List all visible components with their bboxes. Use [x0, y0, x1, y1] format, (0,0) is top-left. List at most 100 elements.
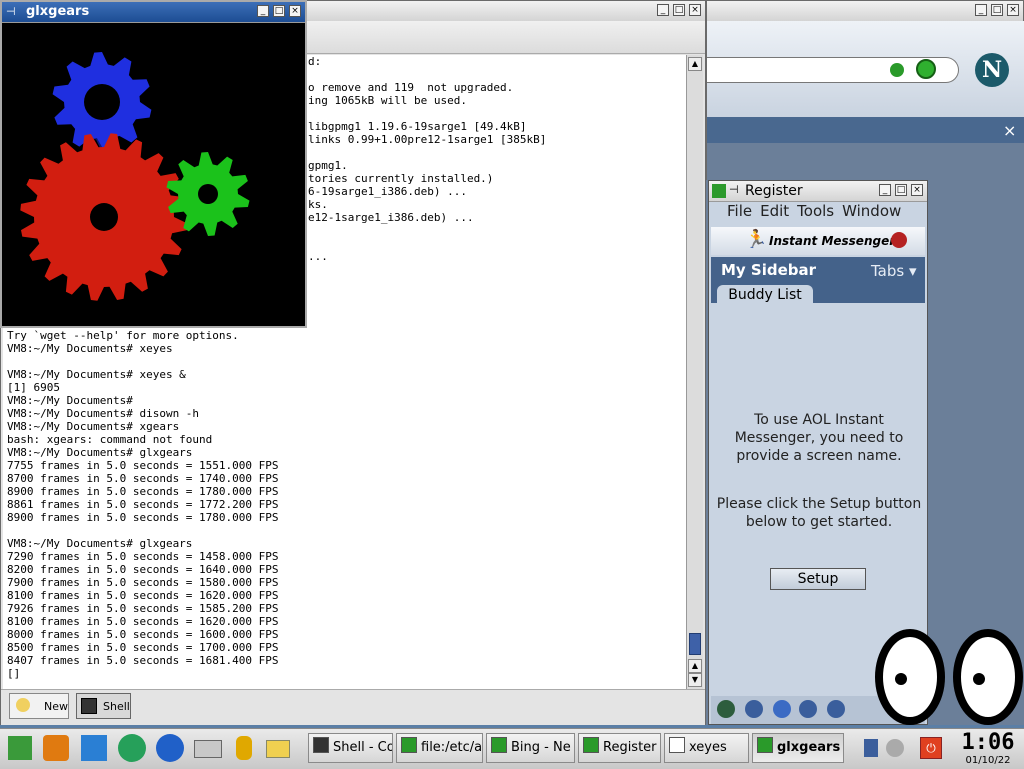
aim-message-1: To use AOL Instant Messenger, you need t…: [734, 412, 904, 464]
aim-find-icon[interactable]: [717, 700, 735, 718]
printer-icon[interactable]: [192, 732, 224, 764]
aim-info-icon[interactable]: [773, 700, 791, 718]
taskbar-item[interactable]: Shell - Co: [308, 733, 393, 763]
lines_bottom-line: 7290 frames in 5.0 seconds = 1458.000 FP…: [7, 550, 279, 563]
close-icon[interactable]: ×: [689, 4, 701, 16]
eyes-icon: [669, 737, 685, 753]
lines_bottom-line: [1] 6905: [7, 381, 60, 394]
taskbar-item[interactable]: xeyes: [664, 733, 749, 763]
lines_bottom-line: 8861 frames in 5.0 seconds = 1772.200 FP…: [7, 498, 279, 511]
taskbar-item-label: xeyes: [689, 740, 727, 755]
shell-tab[interactable]: Shell: [76, 693, 131, 719]
runner-icon[interactable]: [116, 732, 148, 764]
setup-button[interactable]: Setup: [770, 568, 866, 590]
lines_bottom-line: VM8:~/My Documents# xeyes: [7, 342, 173, 355]
red-gear: [20, 133, 194, 305]
aim-titlebar[interactable]: ⊣ Register _ □ ×: [709, 181, 927, 202]
terminal-output-bottom[interactable]: Try `wget --help' for more options. VM8:~…: [3, 329, 686, 689]
lines_top-line: ...: [308, 250, 328, 263]
lines_bottom-line: Try `wget --help' for more options.: [7, 329, 239, 342]
menu-tools[interactable]: Tools: [797, 202, 834, 220]
taskbar-item[interactable]: Bing - Ne: [486, 733, 575, 763]
tab-buddy-list[interactable]: Buddy List: [717, 285, 813, 303]
aim-chat-icon[interactable]: [827, 700, 845, 718]
lines_bottom-line: 7755 frames in 5.0 seconds = 1551.000 FP…: [7, 459, 279, 472]
browser-titlebar[interactable]: _ □ ×: [707, 1, 1023, 22]
close-icon[interactable]: ×: [289, 5, 301, 17]
close-icon[interactable]: ×: [911, 184, 923, 196]
aim-mail-icon[interactable]: [745, 700, 763, 718]
maximize-icon[interactable]: □: [895, 184, 907, 196]
aim-runner-icon[interactable]: [228, 732, 260, 764]
terminal-tabbar: New Shell: [1, 689, 705, 725]
clock[interactable]: 1:06 01/10/22: [954, 729, 1020, 769]
scroll-down-icon[interactable]: ▼: [688, 673, 702, 687]
lines_bottom-line: [7, 355, 686, 368]
scroll-up-small-icon[interactable]: ▲: [688, 659, 702, 673]
volume-icon[interactable]: [864, 739, 878, 757]
scroll-thumb[interactable]: [689, 633, 701, 655]
aim-title-icon: [712, 184, 726, 198]
search-go-icon[interactable]: [916, 59, 936, 79]
lines_top-line: libgpmg1 1.19.6-19sarge1 [49.4kB]: [308, 120, 527, 133]
lines_bottom-line: bash: xgears: command not found: [7, 433, 213, 446]
browser-window: _ □ × N ×: [706, 0, 1024, 181]
mail-icon[interactable]: [262, 732, 294, 764]
lines_top-line: links 0.99+1.00pre12-1sarge1 [385kB]: [308, 133, 547, 146]
netscape-logo-icon: N: [975, 53, 1009, 87]
maximize-icon[interactable]: □: [273, 5, 285, 17]
gear-hole: [90, 203, 118, 231]
lines_bottom-line: 8700 frames in 5.0 seconds = 1740.000 FP…: [7, 472, 279, 485]
aim-tabs-dropdown[interactable]: Tabs ▾: [871, 262, 917, 280]
lines_top-line: [308, 68, 686, 81]
go-check-icon[interactable]: [890, 63, 904, 77]
taskbar-item[interactable]: file:/etc/ap: [396, 733, 483, 763]
lines_bottom-line: 8100 frames in 5.0 seconds = 1620.000 FP…: [7, 615, 279, 628]
menu-edit[interactable]: Edit: [760, 202, 789, 220]
menu-file[interactable]: File: [727, 202, 752, 220]
lines_bottom-line: VM8:~/My Documents# xgears: [7, 420, 180, 433]
lines_bottom-line: VM8:~/My Documents# glxgears: [7, 537, 193, 550]
kde-menu-icon[interactable]: [4, 732, 36, 764]
taskbar-item-label: Shell - Co: [333, 740, 393, 755]
terminal-scrollbar[interactable]: ▲ ▲ ▼: [686, 55, 703, 689]
user-icon[interactable]: [886, 739, 904, 757]
pencil-icon: [401, 737, 417, 753]
maximize-icon[interactable]: □: [991, 4, 1003, 16]
minimize-icon[interactable]: _: [657, 4, 669, 16]
cube-icon[interactable]: [78, 732, 110, 764]
logout-button[interactable]: ⏻: [920, 737, 942, 759]
glxgears-titlebar[interactable]: ⊣ glxgears _ □ ×: [2, 2, 305, 23]
minimize-icon[interactable]: _: [975, 4, 987, 16]
aim-ad-icon[interactable]: [891, 232, 907, 248]
taskbar-item[interactable]: glxgears: [752, 733, 844, 763]
glxgears-window: ⊣ glxgears _ □ ×: [0, 0, 307, 328]
sidebar-header-bar: [707, 117, 1024, 143]
browser-content: [707, 143, 1024, 181]
minimize-icon[interactable]: _: [879, 184, 891, 196]
minimize-icon[interactable]: _: [257, 5, 269, 17]
sidebar-close-icon[interactable]: ×: [1003, 121, 1016, 140]
aim-brand-label: Instant Messenger: [769, 234, 896, 248]
aim-settings-icon[interactable]: [799, 700, 817, 718]
lines_bottom-line: 8100 frames in 5.0 seconds = 1620.000 FP…: [7, 589, 279, 602]
menu-window[interactable]: Window: [842, 202, 901, 220]
terminal-icon: [81, 698, 97, 714]
pin-icon[interactable]: ⊣: [729, 183, 739, 196]
globe-icon[interactable]: [154, 732, 186, 764]
aim-sidebar-title: My Sidebar: [721, 261, 817, 279]
lines_bottom-line: 8900 frames in 5.0 seconds = 1780.000 FP…: [7, 485, 279, 498]
maximize-icon[interactable]: □: [673, 4, 685, 16]
terminal-icon: [313, 737, 329, 753]
xeyes-left-pupil: [895, 673, 907, 685]
safe-icon[interactable]: [40, 732, 72, 764]
scroll-up-icon[interactable]: ▲: [688, 57, 702, 71]
pin-icon[interactable]: ⊣: [6, 5, 16, 18]
new-tab-button[interactable]: New: [9, 693, 69, 719]
close-icon[interactable]: ×: [1007, 4, 1019, 16]
lines_bottom-line: 8000 frames in 5.0 seconds = 1600.000 FP…: [7, 628, 279, 641]
lines_top-line: ks.: [308, 198, 328, 211]
lines_bottom-line: 8500 frames in 5.0 seconds = 1700.000 FP…: [7, 641, 279, 654]
taskbar-item[interactable]: Register: [578, 733, 661, 763]
gears-canvas: [20, 52, 256, 305]
